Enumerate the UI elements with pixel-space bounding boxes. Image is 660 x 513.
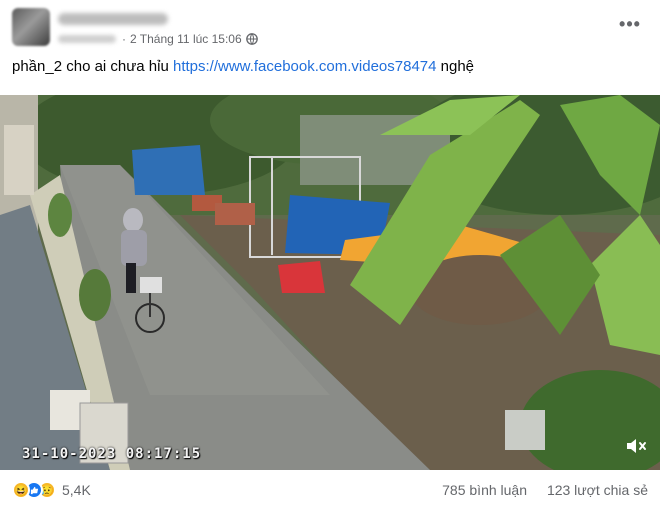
meta-separator: · xyxy=(122,32,126,46)
post-text: phần_2 cho ai chưa hỉu https://www.faceb… xyxy=(12,58,474,76)
author-name-blurred[interactable] xyxy=(58,13,168,25)
video-player[interactable]: 31-10-2023 08:17:15 xyxy=(0,95,660,470)
post-link[interactable]: https://www.facebook.com.videos78474 xyxy=(173,58,436,75)
avatar[interactable] xyxy=(12,8,50,46)
reactions-summary[interactable]: 😆 😥 5,4K xyxy=(12,481,91,499)
video-overlay-timestamp: 31-10-2023 08:17:15 xyxy=(22,446,202,462)
haha-reaction-icon: 😆 xyxy=(12,481,30,499)
blurred-meta xyxy=(58,35,116,43)
share-count[interactable]: 123 lượt chia sẻ xyxy=(547,482,648,498)
comment-count[interactable]: 785 bình luận xyxy=(442,482,527,498)
reaction-count: 5,4K xyxy=(62,482,91,498)
post-meta: · 2 Tháng 11 lúc 15:06 xyxy=(58,31,258,47)
post-timestamp[interactable]: 2 Tháng 11 lúc 15:06 xyxy=(130,32,242,46)
cctv-video-frame xyxy=(0,95,660,470)
post-header: · 2 Tháng 11 lúc 15:06 ••• xyxy=(0,0,660,52)
post-text-before-link: phần_2 cho ai chưa hỉu xyxy=(12,58,173,75)
speaker-muted-icon[interactable] xyxy=(624,434,648,458)
post-text-after-link: nghệ xyxy=(436,58,475,75)
globe-icon xyxy=(245,33,258,45)
post-footer: 😆 😥 5,4K 785 bình luận 123 lượt chia sẻ xyxy=(0,478,660,504)
more-options-button[interactable]: ••• xyxy=(618,14,642,34)
